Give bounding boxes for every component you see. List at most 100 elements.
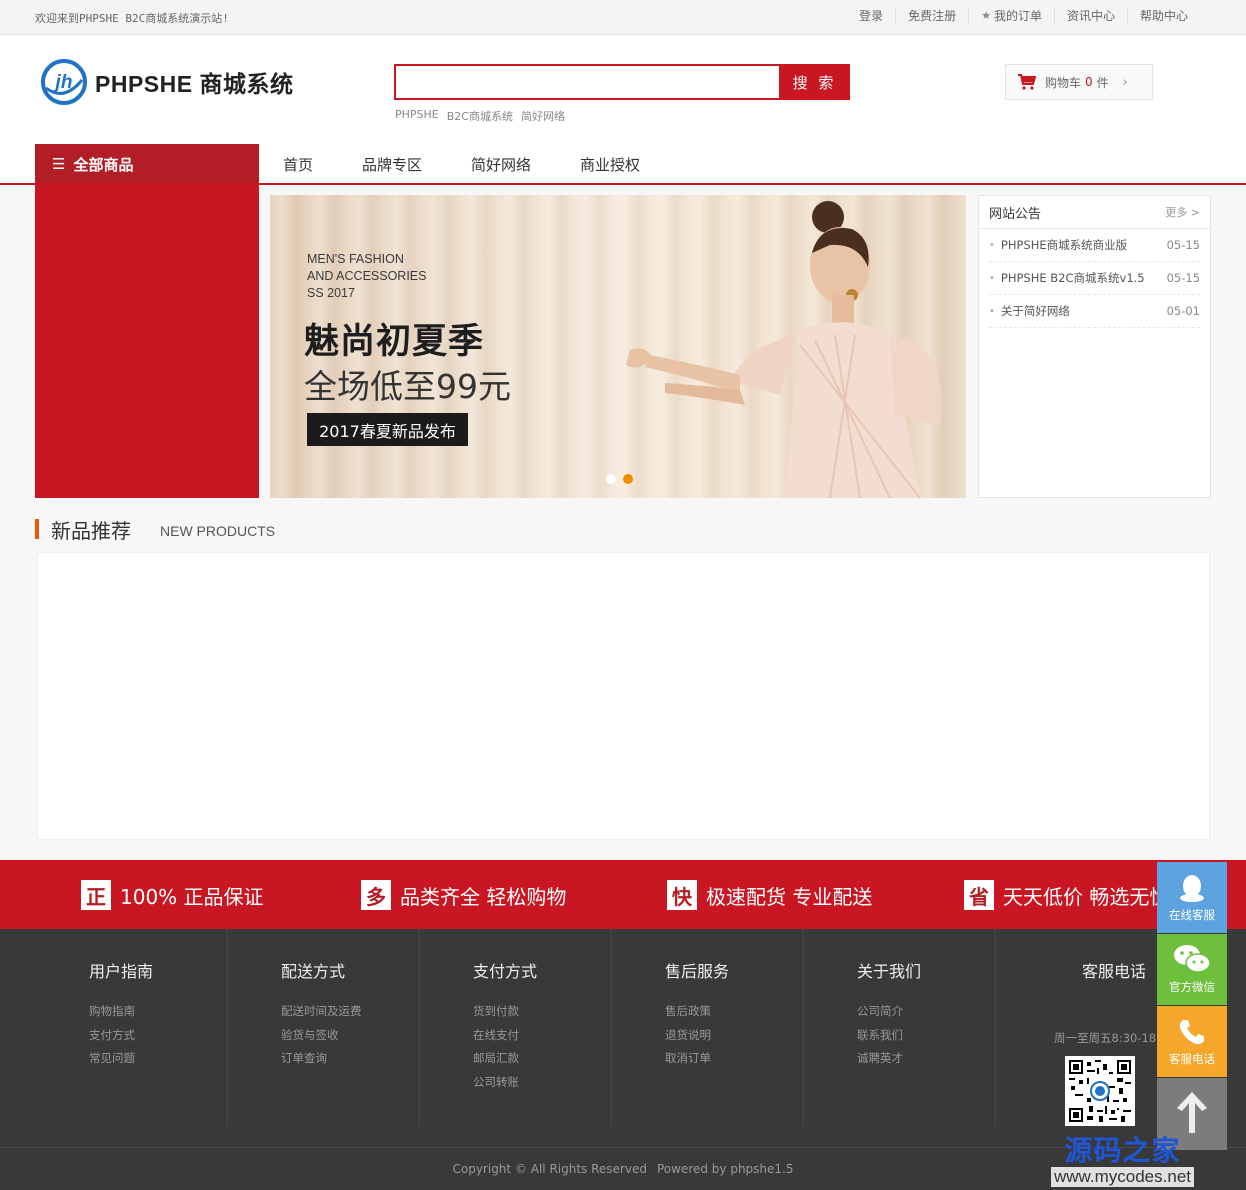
hot-word-phpshe[interactable]: PHPSHE	[395, 108, 439, 124]
footer: 用户指南 购物指南 支付方式 常见问题 配送方式 配送时间及运费 验货与签收 订…	[0, 929, 1246, 1147]
promise-item: 多 品类齐全 轻松购物	[361, 880, 566, 910]
online-service-button[interactable]: 在线客服	[1157, 862, 1227, 933]
copyright-text: Copyright © All Rights Reserved	[452, 1162, 647, 1176]
service-hours: 周一至周五8:30-18	[1054, 1031, 1157, 1045]
nav-brands[interactable]: 品牌专区	[362, 154, 422, 175]
login-link[interactable]: 登录	[847, 9, 895, 23]
hot-word-jianhao[interactable]: 简好网络	[521, 108, 565, 124]
logo-mark-icon: jh	[41, 59, 87, 105]
footer-link[interactable]: 订单查询	[281, 1047, 419, 1071]
banner-dots	[606, 474, 633, 484]
footer-column-title: 支付方式	[473, 962, 538, 981]
footer-link[interactable]: 货到付款	[473, 1000, 611, 1024]
notice-item-title: PHPSHE商城系统商业版	[1000, 238, 1128, 252]
notice-more-link[interactable]: 更多 >	[1165, 204, 1200, 220]
banner-tag: 2017春夏新品发布	[307, 413, 468, 446]
footer-column-delivery: 配送方式 配送时间及运费 验货与签收 订单查询	[228, 929, 420, 1127]
register-link[interactable]: 免费注册	[895, 9, 968, 23]
footer-link[interactable]: 购物指南	[89, 1000, 227, 1024]
hot-words: PHPSHE B2C商城系统 简好网络	[395, 108, 565, 124]
footer-link[interactable]: 配送时间及运费	[281, 1000, 419, 1024]
main-nav: 首页 品牌专区 简好网络 商业授权	[283, 144, 640, 184]
footer-link[interactable]: 常见问题	[89, 1047, 227, 1071]
site-logo[interactable]: jh PHPSHE 商城系统	[40, 58, 293, 106]
banner-dot-2[interactable]	[623, 474, 633, 484]
footer-column-about: 关于我们 公司简介 联系我们 诚聘英才	[804, 929, 996, 1127]
banner-subheadline: 全场低至99元	[304, 367, 511, 406]
watermark: 源码之家 www.mycodes.net	[1051, 1135, 1194, 1187]
footer-column-title: 配送方式	[281, 962, 346, 981]
notice-panel: 网站公告 更多 > • PHPSHE商城系统商业版 05-15 • PHPSHE B…	[978, 195, 1211, 498]
promise-item: 快 极速配货 专业配送	[667, 880, 872, 910]
qq-penguin-icon	[1180, 875, 1204, 902]
service-title: 客服电话	[1082, 962, 1147, 981]
qr-code-icon	[1069, 1060, 1131, 1122]
nav-license[interactable]: 商业授权	[580, 154, 640, 175]
search-button[interactable]: 搜 索	[779, 64, 850, 100]
promise-text: 极速配货 专业配送	[706, 884, 873, 909]
wechat-label: 官方微信	[1169, 980, 1215, 994]
footer-link[interactable]: 在线支付	[473, 1024, 611, 1048]
banner-slider[interactable]: MEN'S FASHION AND ACCESSORIES SS 2017 魅尚…	[270, 195, 966, 498]
promise-text: 100% 正品保证	[120, 884, 264, 909]
cart-icon	[1018, 74, 1036, 90]
my-orders-link[interactable]: ★ 我的订单	[968, 9, 1054, 23]
bullet-icon: •	[989, 239, 995, 251]
top-bar: 欢迎来到PHPSHE B2C商城系统演示站! 登录 免费注册 ★ 我的订单 资讯中…	[0, 0, 1246, 35]
search-bar: 搜 索	[394, 64, 850, 100]
footer-column-title: 售后服务	[665, 962, 730, 981]
banner-english-text: MEN'S FASHION AND ACCESSORIES SS 2017	[307, 252, 427, 300]
product-grid	[37, 552, 1210, 840]
promise-strip: 正 100% 正品保证 多 品类齐全 轻松购物 快 极速配货 专业配送 省 天天…	[0, 860, 1246, 929]
arrow-up-icon	[1177, 1092, 1207, 1133]
footer-link[interactable]: 诚聘英才	[857, 1047, 995, 1071]
notice-item-title: 关于简好网络	[1000, 304, 1070, 318]
notice-item[interactable]: • PHPSHE B2C商城系统v1.5 05-15	[989, 262, 1200, 295]
welcome-text: 欢迎来到PHPSHE B2C商城系统演示站!	[35, 12, 229, 25]
promise-text: 天天低价 畅选无忧	[1003, 884, 1170, 909]
footer-link[interactable]: 验货与签收	[281, 1024, 419, 1048]
nav-jianhao[interactable]: 简好网络	[471, 154, 531, 175]
search-input[interactable]	[394, 64, 779, 100]
phone-icon	[1179, 1020, 1204, 1045]
footer-link[interactable]: 退货说明	[665, 1024, 803, 1048]
section-title: 新品推荐	[51, 519, 131, 543]
wechat-button[interactable]: 官方微信	[1157, 934, 1227, 1005]
help-center-link[interactable]: 帮助中心	[1126, 9, 1200, 23]
phone-service-button[interactable]: 客服电话	[1157, 1006, 1227, 1077]
footer-link[interactable]: 公司转账	[473, 1071, 611, 1095]
all-categories-button[interactable]: ☰ 全部商品	[35, 144, 259, 184]
hot-word-b2c[interactable]: B2C商城系统	[447, 108, 513, 124]
news-center-link[interactable]: 资讯中心	[1053, 9, 1127, 23]
bullet-icon: •	[989, 305, 995, 317]
notice-item-title: PHPSHE B2C商城系统v1.5	[1000, 271, 1145, 285]
cart-button[interactable]: 购物车 0 件 ›	[1005, 64, 1153, 100]
phone-service-label: 客服电话	[1169, 1052, 1215, 1066]
footer-link[interactable]: 邮局汇款	[473, 1047, 611, 1071]
banner-dot-1[interactable]	[606, 474, 616, 484]
footer-link[interactable]: 公司简介	[857, 1000, 995, 1024]
qr-code-image	[1065, 1056, 1135, 1126]
footer-column-guide: 用户指南 购物指南 支付方式 常见问题	[0, 929, 228, 1127]
promise-item: 省 天天低价 畅选无忧	[964, 880, 1169, 910]
chevron-right-icon: ›	[1122, 74, 1128, 90]
banner-model-image	[626, 201, 942, 498]
footer-link[interactable]: 支付方式	[89, 1024, 227, 1048]
notice-item[interactable]: • PHPSHE商城系统商业版 05-15	[989, 229, 1200, 262]
notice-title: 网站公告	[989, 206, 1042, 222]
watermark-url: www.mycodes.net	[1051, 1167, 1194, 1187]
cart-unit: 件	[1096, 75, 1109, 90]
section-subtitle: NEW PRODUCTS	[160, 523, 276, 539]
logo-text: PHPSHE 商城系统	[95, 71, 294, 97]
all-categories-label: 全部商品	[73, 155, 134, 174]
footer-link[interactable]: 售后政策	[665, 1000, 803, 1024]
footer-link[interactable]: 取消订单	[665, 1047, 803, 1071]
nav-home[interactable]: 首页	[283, 154, 313, 175]
wechat-icon	[1174, 945, 1211, 973]
online-service-label: 在线客服	[1169, 908, 1215, 922]
footer-column-title: 用户指南	[89, 962, 154, 981]
footer-link[interactable]: 联系我们	[857, 1024, 995, 1048]
notice-item[interactable]: • 关于简好网络 05-01	[989, 295, 1200, 328]
svg-text:jh: jh	[53, 72, 73, 93]
powered-by-link[interactable]: Powered by phpshe1.5	[657, 1162, 794, 1176]
